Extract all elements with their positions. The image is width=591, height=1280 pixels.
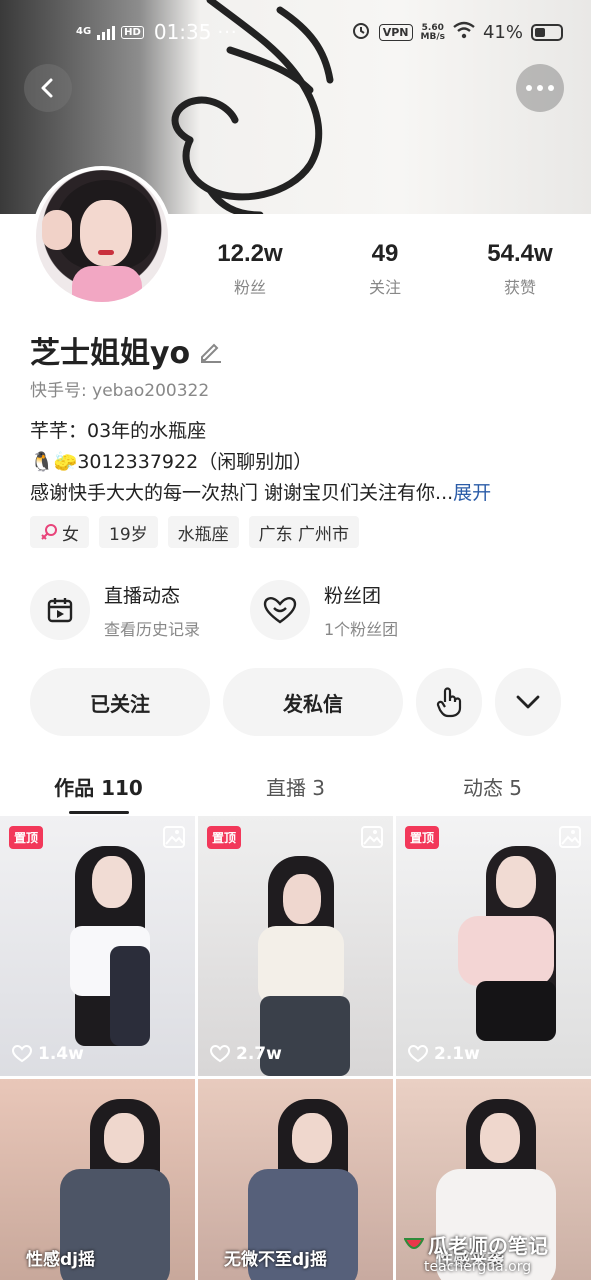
live-history-link[interactable]: 直播动态 查看历史记录 — [30, 580, 200, 640]
name-row: 芝士姐姐yo — [30, 328, 224, 372]
pinned-badge: 置顶 — [405, 826, 440, 849]
tab-moments[interactable]: 动态 5 — [394, 760, 591, 816]
video-caption: 性感dj摇 — [26, 1250, 95, 1270]
tag-gender: 女 — [30, 516, 89, 548]
content-tabs: 作品 110 直播 3 动态 5 — [0, 760, 591, 816]
chevron-down-icon — [516, 695, 540, 709]
bio-expand-link[interactable]: 展开 — [453, 482, 491, 504]
profile-name: 芝士姐姐yo — [30, 336, 191, 371]
work-item[interactable]: 性感dj摇 — [0, 1079, 195, 1280]
followed-button[interactable]: 已关注 — [30, 668, 210, 736]
like-count: 2.1w — [408, 1044, 480, 1064]
tab-works[interactable]: 作品 110 — [0, 760, 197, 816]
edit-pencil-icon[interactable] — [198, 337, 224, 363]
video-caption: 无微不至dj摇 — [224, 1250, 327, 1270]
profile-stats: 12.2w 粉丝 49 关注 54.4w 获赞 — [200, 240, 570, 298]
heart-icon — [408, 1045, 428, 1063]
kuaishou-id[interactable]: 快手号: yebao200322 — [30, 376, 209, 401]
tag-zodiac: 水瓶座 — [167, 516, 239, 548]
tap-hand-icon — [436, 687, 462, 718]
clock: 01:35 — [153, 20, 212, 44]
tap-button[interactable] — [416, 668, 482, 736]
pinned-badge: 置顶 — [9, 826, 44, 849]
works-grid: 置顶 1.4w 置顶 2.7w 置顶 2.1w 性感dj摇 无微不至dj摇 性感… — [0, 816, 591, 1280]
image-post-icon — [361, 826, 383, 848]
notification-dots: ··· — [217, 21, 238, 43]
profile-tags: 女 19岁 水瓶座 广东 广州市 — [30, 516, 360, 548]
stat-likes[interactable]: 54.4w 获赞 — [470, 240, 570, 298]
watermark: 瓜老师の笔记 teachergua.org — [404, 1230, 584, 1275]
pinned-badge: 置顶 — [207, 826, 242, 849]
work-item[interactable]: 置顶 1.4w — [0, 816, 195, 1076]
tag-age: 19岁 — [99, 516, 158, 548]
image-post-icon — [559, 826, 581, 848]
bio-line-2: 🐧🧽3012337922（闲聊别加） — [30, 451, 313, 473]
dropdown-button[interactable] — [495, 668, 561, 736]
vpn-badge: VPN — [378, 24, 413, 41]
female-icon — [41, 524, 57, 540]
back-button[interactable] — [24, 64, 72, 112]
tag-location: 广东 广州市 — [248, 516, 360, 548]
like-count: 2.7w — [210, 1044, 282, 1064]
chevron-left-icon — [41, 78, 53, 98]
heart-icon — [210, 1045, 230, 1063]
stat-following[interactable]: 49 关注 — [335, 240, 435, 298]
network-type: 4G — [76, 26, 92, 37]
heart-icon — [12, 1045, 32, 1063]
message-button[interactable]: 发私信 — [223, 668, 403, 736]
stat-followers[interactable]: 12.2w 粉丝 — [200, 240, 300, 298]
profile-actions: 已关注 发私信 — [30, 668, 563, 736]
heart-badge-icon — [250, 580, 310, 640]
net-speed: 5.60 MB/s — [420, 22, 445, 42]
image-post-icon — [163, 826, 185, 848]
work-item[interactable]: 置顶 2.1w — [396, 816, 591, 1076]
signal-icon — [97, 24, 116, 40]
alarm-icon — [351, 20, 371, 45]
fan-club-link[interactable]: 粉丝团 1个粉丝团 — [250, 580, 398, 640]
more-dots-icon — [526, 85, 554, 91]
work-item[interactable]: 置顶 2.7w — [198, 816, 393, 1076]
battery-icon — [531, 24, 563, 41]
tab-live[interactable]: 直播 3 — [197, 760, 394, 816]
hd-badge: HD — [121, 25, 144, 39]
more-button[interactable] — [516, 64, 564, 112]
bio-line-3: 感谢快手大大的每一次热门 谢谢宝贝们关注有你... — [30, 482, 454, 504]
calendar-play-icon — [30, 580, 90, 640]
wifi-icon — [453, 21, 475, 44]
like-count: 1.4w — [12, 1044, 84, 1064]
battery-level: 41% — [482, 22, 523, 43]
watermelon-icon — [404, 1237, 424, 1249]
avatar[interactable] — [32, 166, 172, 306]
bio: 芊芊：03年的水瓶座 🐧🧽3012337922（闲聊别加） 感谢快手大大的每一次… — [30, 416, 570, 509]
work-item[interactable]: 无微不至dj摇 — [198, 1079, 393, 1280]
status-bar: 4G HD 01:35 ··· VPN 5.60 MB/s 41% — [0, 0, 591, 64]
bio-line-1: 芊芊：03年的水瓶座 — [30, 420, 207, 442]
